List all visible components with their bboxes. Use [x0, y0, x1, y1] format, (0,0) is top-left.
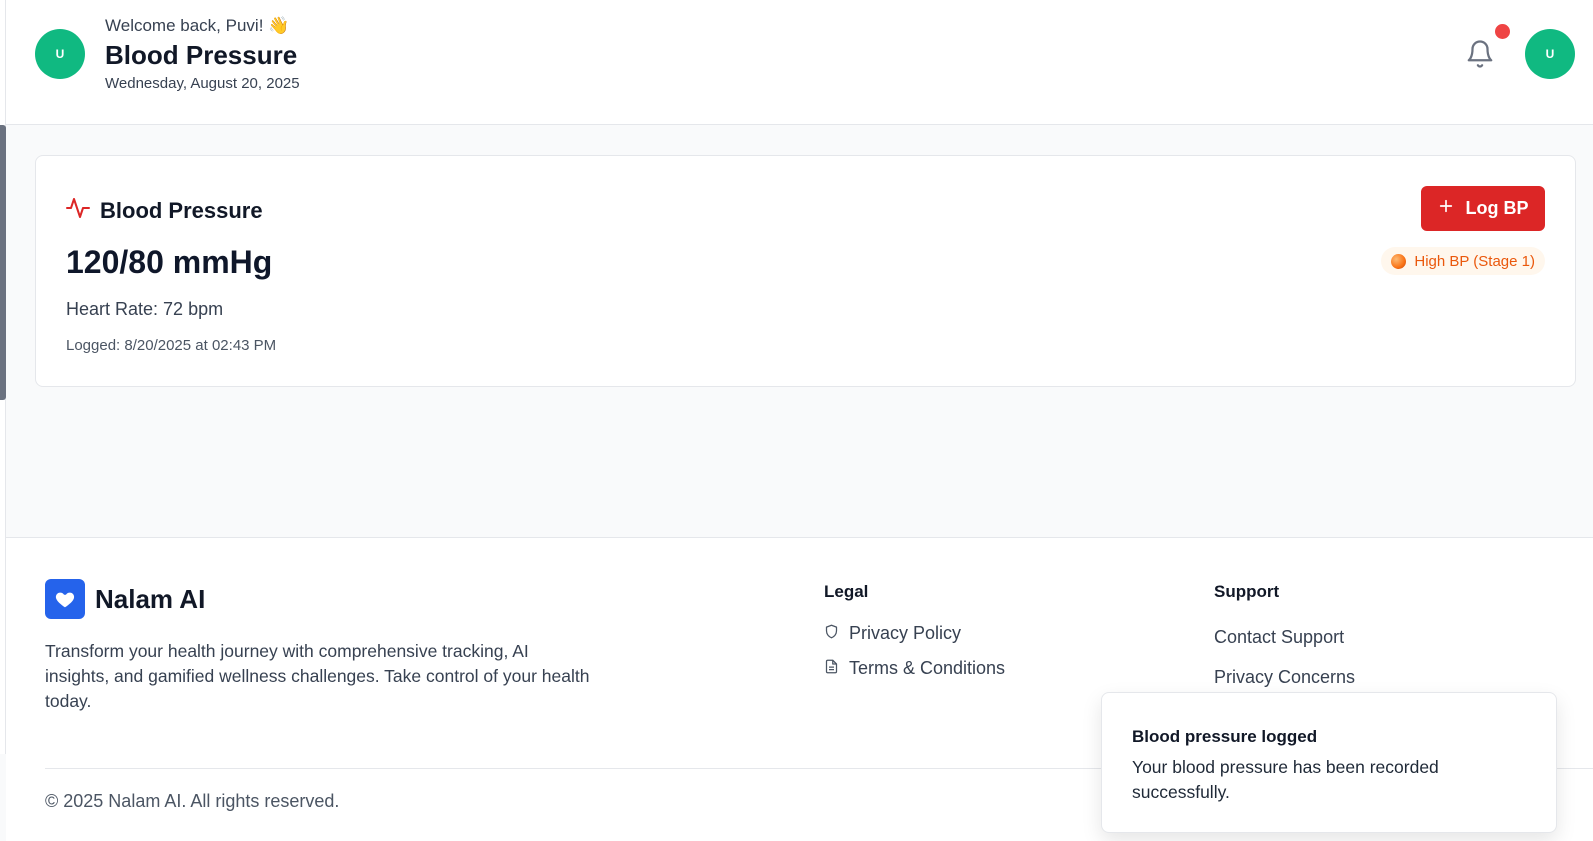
brand-name: Nalam AI [95, 583, 206, 614]
heart-rate: Heart Rate: 72 bpm [66, 299, 224, 319]
activity-pulse-icon [66, 196, 90, 225]
current-date: Wednesday, August 20, 2025 [105, 75, 300, 92]
legal-heading: Legal [824, 582, 869, 601]
logged-timestamp: Logged: 8/20/2025 at 02:43 PM [66, 337, 277, 354]
page-title: Blood Pressure [105, 40, 298, 70]
sidebar-scrollbar[interactable] [0, 125, 6, 400]
footer-brand: Nalam AI [45, 579, 205, 619]
terms-label: Terms & Conditions [849, 658, 1006, 678]
privacy-policy-link[interactable]: Privacy Policy [824, 623, 961, 644]
log-bp-button[interactable]: Log BP [1421, 186, 1545, 231]
blood-pressure-card: Blood Pressure 120/80 mmHg Heart Rate: 7… [35, 155, 1576, 387]
shield-icon [824, 623, 839, 644]
success-toast[interactable]: Blood pressure logged Your blood pressur… [1101, 692, 1557, 833]
footer-tagline: Transform your health journey with compr… [45, 641, 590, 711]
card-heading: Blood Pressure [66, 196, 263, 225]
heart-icon [45, 579, 85, 619]
profile-avatar[interactable]: U [1525, 29, 1575, 79]
terms-link[interactable]: Terms & Conditions [824, 658, 1005, 679]
support-heading: Support [1214, 582, 1280, 601]
notification-dot [1495, 24, 1510, 39]
document-icon [824, 658, 839, 679]
copyright: © 2025 Nalam AI. All rights reserved. [45, 791, 340, 811]
top-header: U Welcome back, Puvi! 👋 Blood Pressure W… [6, 0, 1593, 125]
plus-icon [1438, 198, 1454, 219]
status-badge-label: High BP (Stage 1) [1414, 252, 1535, 270]
toast-title: Blood pressure logged [1132, 727, 1318, 746]
user-avatar[interactable]: U [35, 29, 85, 79]
orange-circle-icon [1391, 253, 1407, 269]
card-title: Blood Pressure [100, 197, 263, 223]
privacy-concerns-link[interactable]: Privacy Concerns [1214, 667, 1355, 688]
contact-support-link[interactable]: Contact Support [1214, 627, 1344, 648]
bp-reading: 120/80 mmHg [66, 244, 273, 280]
bell-icon[interactable] [1465, 38, 1495, 70]
privacy-policy-label: Privacy Policy [849, 623, 962, 643]
toast-message: Your blood pressure has been recorded su… [1132, 757, 1439, 802]
log-bp-label: Log BP [1465, 198, 1529, 218]
status-badge: High BP (Stage 1) [1381, 247, 1545, 275]
welcome-message: Welcome back, Puvi! 👋 [105, 16, 290, 35]
